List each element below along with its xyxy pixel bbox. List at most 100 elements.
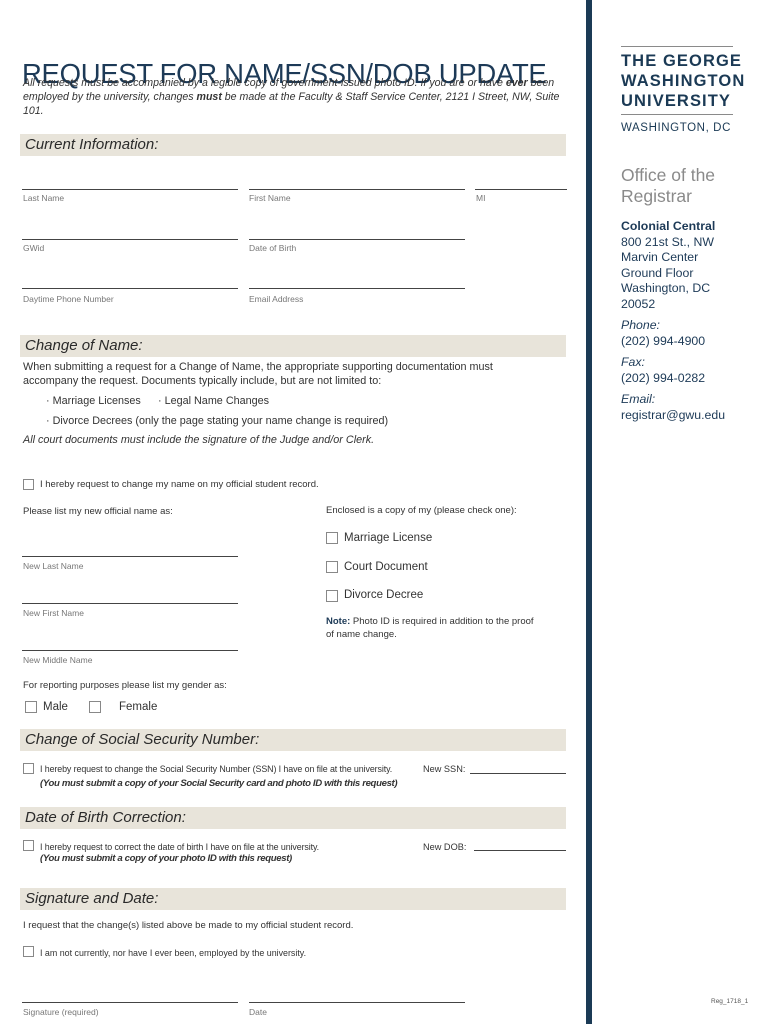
- section-header-dob: Date of Birth Correction:: [20, 807, 566, 829]
- gender-female-label: Female: [119, 701, 158, 713]
- contact-fax: Fax: (202) 994-0282: [621, 355, 705, 386]
- mi-label: MI: [476, 193, 486, 203]
- section-header-current: Current Information:: [20, 134, 566, 156]
- address-line: 800 21st St., NW: [621, 234, 714, 249]
- doc-item: · Marriage Licenses: [46, 395, 141, 407]
- brand-vertical-bar: [586, 0, 592, 1024]
- change-ssn-checkbox[interactable]: [23, 763, 34, 774]
- address-line: Washington, DC: [621, 281, 711, 296]
- contact-email: Email: registrar@gwu.edu: [621, 392, 725, 423]
- gender-female-checkbox[interactable]: [89, 701, 101, 713]
- divorce-decree-checkbox[interactable]: [326, 590, 338, 602]
- court-document-checkbox[interactable]: [326, 561, 338, 573]
- section-heading: Signature and Date:: [25, 890, 159, 907]
- mi-field[interactable]: [475, 189, 567, 190]
- phone-field[interactable]: [22, 288, 238, 289]
- logo-bottom-rule: [621, 114, 733, 115]
- photo-id-note: Note: Photo ID is required in addition t…: [326, 616, 534, 627]
- correct-dob-label: I hereby request to correct the date of …: [40, 842, 320, 852]
- new-last-name-field[interactable]: [22, 556, 238, 557]
- intro-emphasis: must: [196, 91, 222, 103]
- intro-text: All requests must be accompanied by a le…: [23, 76, 568, 118]
- address-line: Ground Floor: [621, 265, 694, 280]
- new-first-name-field[interactable]: [22, 603, 238, 604]
- section-heading: Current Information:: [25, 136, 159, 153]
- change-ssn-label: I hereby request to change the Social Se…: [40, 764, 393, 774]
- logo-city: WASHINGTON, DC: [621, 122, 731, 134]
- intro-emphasis: ever: [505, 77, 528, 89]
- address-line: Marvin Center: [621, 250, 699, 265]
- form-code: Reg_1718_1: [711, 998, 749, 1005]
- court-document-label: Court Document: [344, 561, 428, 573]
- signature-field[interactable]: [22, 1002, 238, 1003]
- new-last-name-label: New Last Name: [23, 561, 84, 571]
- note-label: Note:: [326, 616, 351, 627]
- dob-field[interactable]: [249, 239, 465, 240]
- section-header-signature: Signature and Date:: [20, 888, 566, 910]
- name-desc-line2: accompany the request. Documents typical…: [23, 375, 382, 387]
- email-link[interactable]: registrar@gwu.edu: [621, 408, 725, 422]
- section-heading: Change of Name:: [25, 337, 143, 354]
- dob-condition: (You must submit a copy of your photo ID…: [40, 853, 292, 864]
- ssn-condition: (You must submit a copy of your Social S…: [40, 778, 398, 789]
- logo-text-line: THE GEORGE: [621, 52, 743, 70]
- correct-dob-checkbox[interactable]: [23, 840, 34, 851]
- change-name-checkbox-label: I hereby request to change my name on my…: [40, 479, 319, 490]
- date-field[interactable]: [249, 1002, 465, 1003]
- not-employed-label: I am not currently, nor have I ever been…: [40, 948, 307, 958]
- first-name-label: First Name: [249, 193, 291, 203]
- doc-item: · Divorce Decrees (only the page stating…: [46, 415, 389, 427]
- fax-value: (202) 994-0282: [621, 370, 706, 385]
- contact-phone: Phone: (202) 994-4900: [621, 318, 705, 349]
- phone-label: Phone:: [621, 318, 660, 332]
- email-label: Email:: [621, 392, 656, 406]
- signature-label: Signature (required): [23, 1007, 99, 1017]
- marriage-license-checkbox[interactable]: [326, 532, 338, 544]
- gwid-field[interactable]: [22, 239, 238, 240]
- logo-text-line: WASHINGTON: [621, 72, 746, 90]
- address-name: Colonial Central: [621, 219, 716, 233]
- gender-prompt: For reporting purposes please list my ge…: [23, 680, 227, 691]
- section-heading: Date of Birth Correction:: [25, 809, 186, 826]
- section-heading: Change of Social Security Number:: [25, 731, 260, 748]
- marriage-license-label: Marriage License: [344, 532, 433, 544]
- fax-label: Fax:: [621, 355, 645, 369]
- divorce-decree-label: Divorce Decree: [344, 589, 424, 601]
- phone-label: Daytime Phone Number: [23, 294, 114, 304]
- doc-item: · Legal Name Changes: [158, 395, 270, 407]
- date-label: Date: [249, 1007, 267, 1017]
- not-employed-checkbox[interactable]: [23, 946, 34, 957]
- new-dob-field[interactable]: [474, 850, 566, 851]
- name-desc-line1: When submitting a request for a Change o…: [23, 361, 493, 373]
- new-dob-label: New DOB:: [423, 842, 467, 852]
- change-name-checkbox[interactable]: [23, 479, 34, 490]
- note-text: Photo ID is required in addition to the …: [350, 616, 534, 627]
- gender-male-label: Male: [43, 701, 68, 713]
- email-field[interactable]: [249, 288, 465, 289]
- dob-label: Date of Birth: [249, 243, 297, 253]
- logo-top-rule: [621, 46, 733, 47]
- address-line: 20052: [621, 296, 656, 311]
- intro-part: All requests must be accompanied by a le…: [23, 77, 506, 89]
- signature-statement: I request that the change(s) listed abov…: [23, 920, 354, 931]
- logo-text-line: UNIVERSITY: [621, 92, 732, 110]
- office-address: Colonial Central 800 21st St., NW Marvin…: [621, 219, 715, 313]
- last-name-field[interactable]: [22, 189, 238, 190]
- phone-value: (202) 994-4900: [621, 333, 706, 348]
- photo-id-note-line2: of name change.: [326, 629, 397, 640]
- gender-male-checkbox[interactable]: [25, 701, 37, 713]
- court-note: All court documents must include the sig…: [23, 434, 375, 446]
- new-ssn-label: New SSN:: [423, 764, 466, 774]
- new-middle-name-field[interactable]: [22, 650, 238, 651]
- office-name: Office of the Registrar: [621, 165, 716, 206]
- last-name-label: Last Name: [23, 193, 65, 203]
- new-first-name-label: New First Name: [23, 608, 84, 618]
- section-header-name: Change of Name:: [20, 335, 566, 357]
- gwid-label: GWid: [23, 243, 45, 253]
- email-label: Email Address: [249, 294, 304, 304]
- new-ssn-field[interactable]: [470, 773, 566, 774]
- section-header-ssn: Change of Social Security Number:: [20, 729, 566, 751]
- first-name-field[interactable]: [249, 189, 465, 190]
- enclosed-prompt: Enclosed is a copy of my (please check o…: [326, 505, 517, 516]
- new-name-prompt: Please list my new official name as:: [23, 506, 173, 517]
